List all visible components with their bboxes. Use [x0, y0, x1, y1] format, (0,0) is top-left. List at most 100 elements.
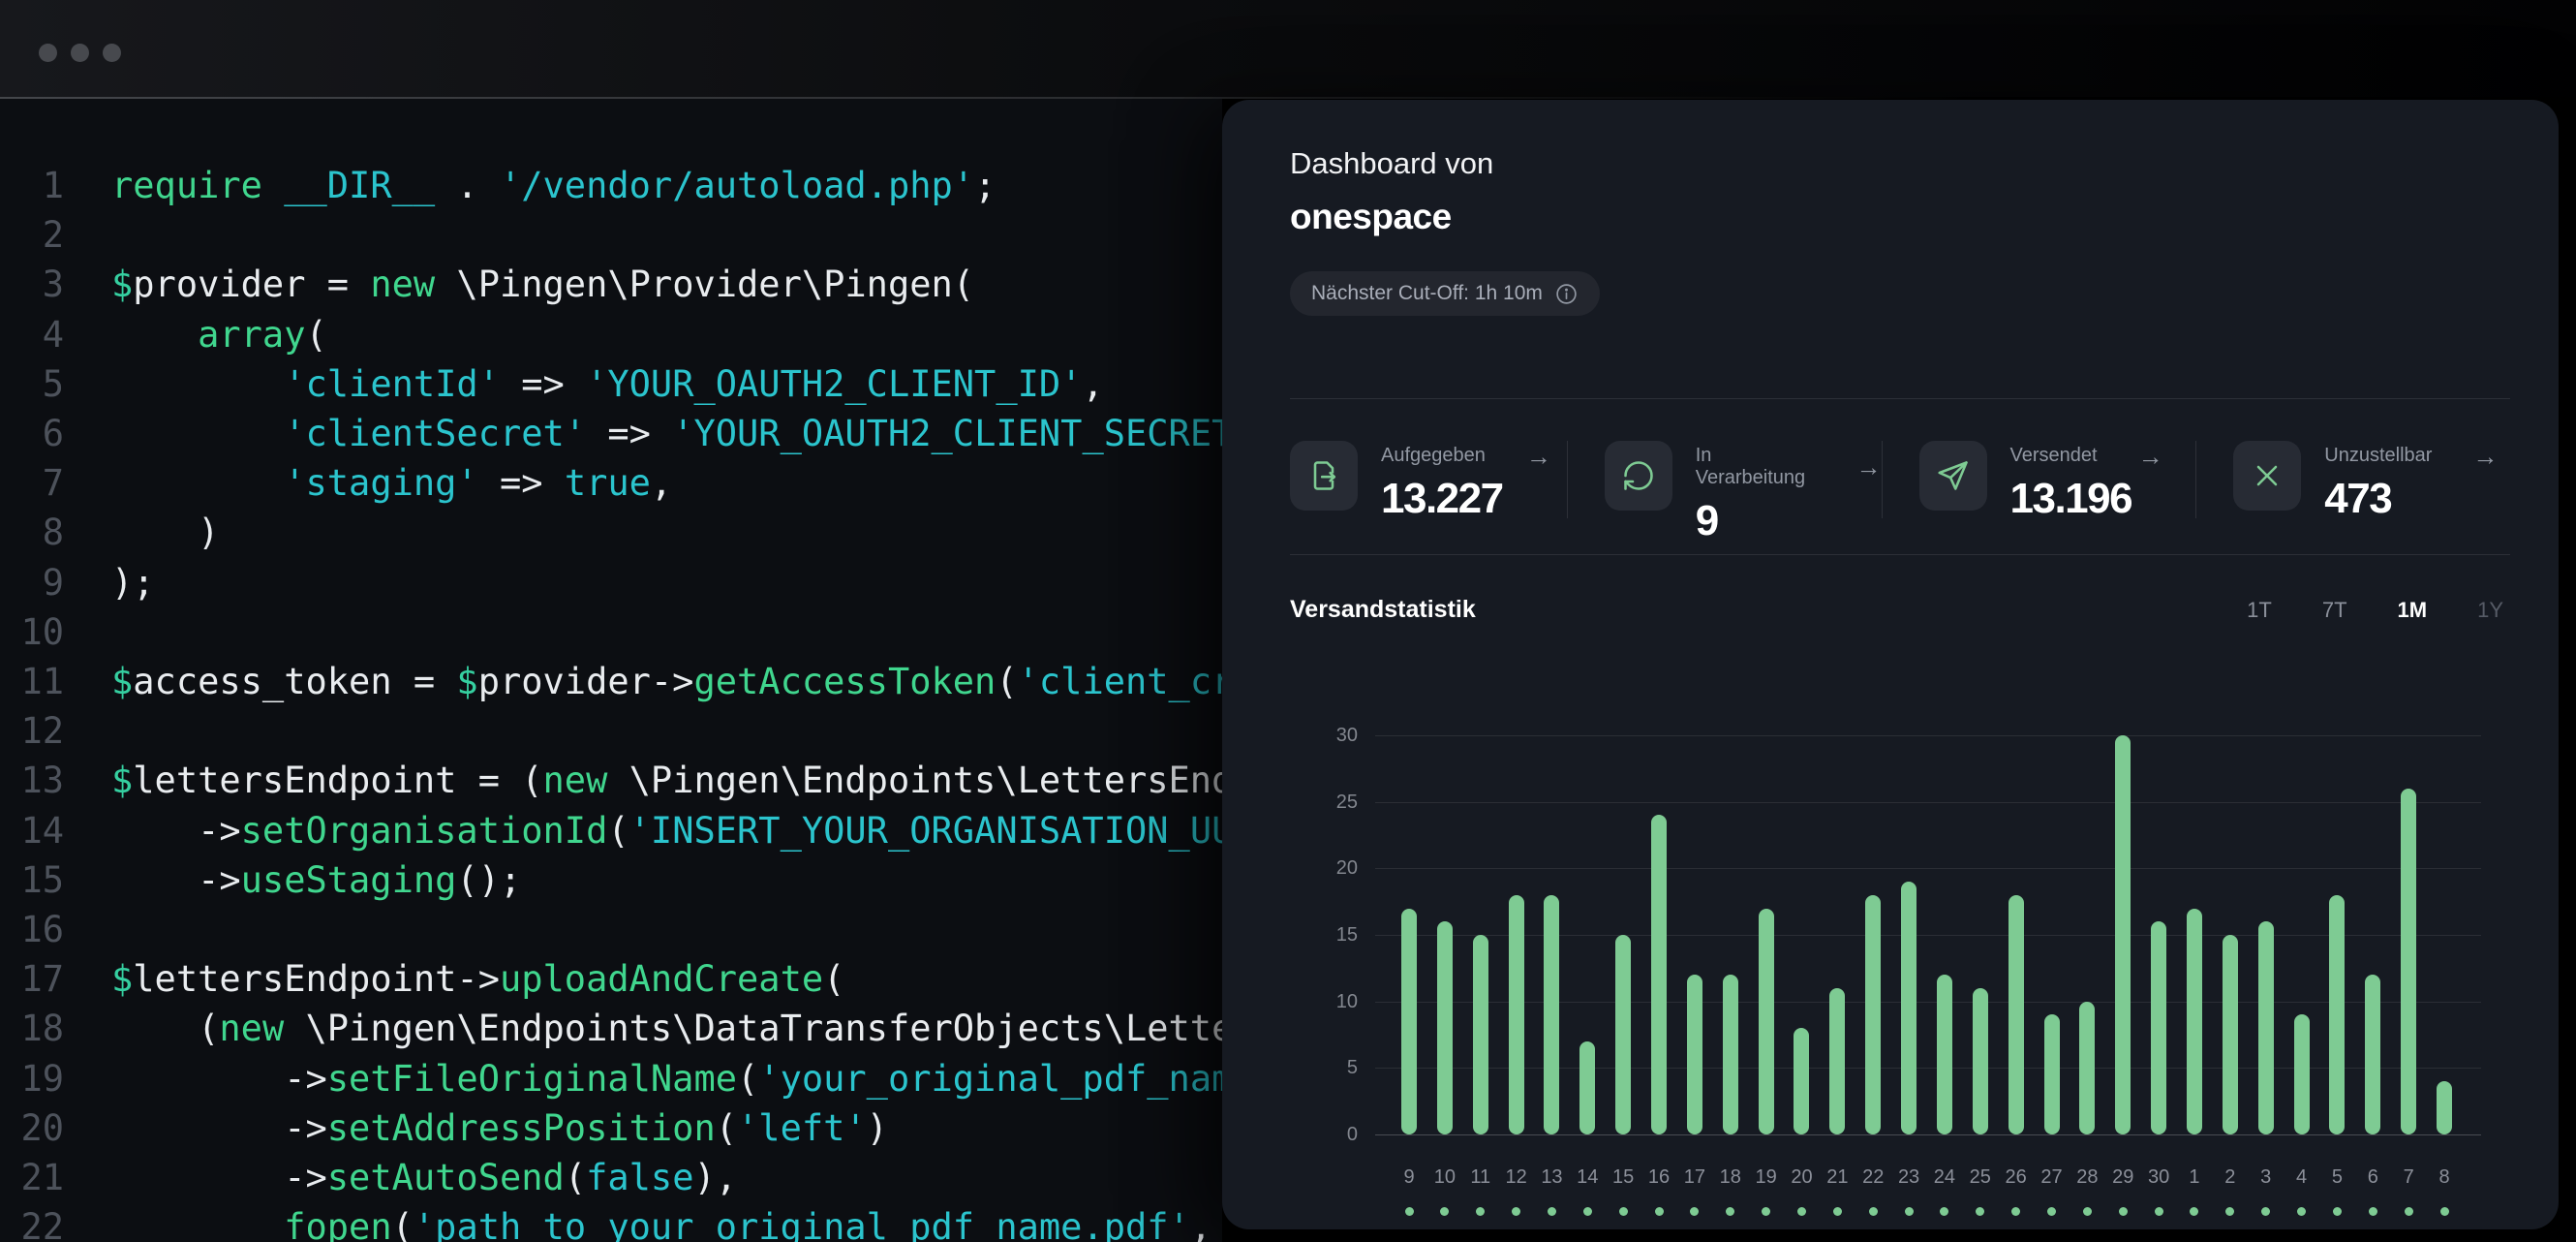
chart-section-title: Versandstatistik	[1290, 596, 1476, 623]
day-dot-icon	[1618, 1207, 1628, 1216]
bar	[1615, 935, 1632, 1134]
code-text: $lettersEndpoint->uploadAndCreate(	[111, 958, 845, 1001]
day-dot-icon	[1476, 1207, 1486, 1216]
x-axis-tick: 8	[2438, 1166, 2450, 1188]
dashboard-title-org: onespace	[1290, 197, 1452, 236]
bar	[2437, 1081, 2452, 1134]
bar	[2043, 1014, 2060, 1134]
day-dot-icon	[1832, 1207, 1842, 1216]
bar	[1651, 815, 1668, 1134]
code-line: 10	[19, 607, 1222, 657]
code-text: )	[111, 512, 220, 554]
day-dot-icon	[1868, 1207, 1878, 1216]
code-text: );	[111, 561, 155, 604]
code-line: 22 fopen('path_to_your_original_pdf_name…	[19, 1202, 1222, 1242]
bar	[1686, 975, 1702, 1134]
divider	[1290, 554, 2510, 555]
code-text: array(	[198, 313, 327, 356]
chart-section-header: Versandstatistik 1T 7T 1M 1Y	[1290, 596, 2503, 624]
code-line: 14 ->setOrganisationId('INSERT_YOUR_ORGA…	[19, 806, 1222, 855]
code-line: 1 require __DIR__ . '/vendor/autoload.php…	[19, 161, 1222, 210]
code-editor[interactable]: 1 require __DIR__ . '/vendor/autoload.php…	[0, 99, 1222, 1242]
tab-1m[interactable]: 1M	[2398, 598, 2428, 623]
stat-label: Unzustellbar	[2324, 445, 2433, 466]
line-number: 12	[20, 710, 64, 753]
line-number: 22	[20, 1206, 64, 1242]
line-number: 3	[42, 264, 64, 306]
bar	[1579, 1040, 1596, 1134]
day-dot-icon	[2261, 1207, 2271, 1216]
stat-card-versendet[interactable]: Versendet → 13.196	[1881, 441, 2196, 522]
day-dot-icon	[2047, 1207, 2057, 1216]
arrow-right-icon[interactable]: →	[2138, 444, 2163, 469]
y-axis-tick: 25	[1335, 791, 1358, 813]
line-number: 1	[42, 165, 64, 206]
stat-icon-tile	[1604, 441, 1672, 511]
code-text: ->setAutoSend(false),	[111, 1157, 738, 1199]
stat-card-in-verarbeitung[interactable]: In Verarbeitung → 9	[1566, 441, 1882, 544]
code-line: 2	[19, 210, 1222, 260]
line-number: 7	[42, 462, 64, 505]
day-dot-icon	[1726, 1207, 1735, 1216]
day-dot-icon	[1762, 1207, 1771, 1216]
gridline	[1375, 1134, 2481, 1135]
bar	[2186, 908, 2202, 1134]
day-dot-icon	[2368, 1207, 2377, 1216]
window-dot-icon[interactable]	[103, 44, 121, 62]
day-dot-icon	[2225, 1207, 2235, 1216]
line-number: 18	[20, 1008, 64, 1050]
stat-card-unzustellbar[interactable]: Unzustellbar → 473	[2195, 441, 2510, 522]
y-axis-tick: 0	[1346, 1124, 1358, 1145]
arrow-right-icon[interactable]: →	[1526, 444, 1551, 469]
cutoff-badge-label: Nächster Cut-Off: 1h 10m	[1311, 282, 1543, 304]
tab-7t[interactable]: 7T	[2322, 598, 2347, 623]
window-controls	[39, 44, 121, 62]
bar	[2293, 1014, 2310, 1134]
day-dot-icon	[1582, 1207, 1592, 1216]
arrow-right-icon[interactable]: →	[2472, 444, 2498, 469]
gridline	[1375, 868, 2481, 870]
bar	[1436, 921, 1453, 1134]
y-axis-tick: 30	[1335, 725, 1358, 746]
window-dot-icon[interactable]	[71, 44, 89, 62]
bar	[1972, 987, 1988, 1134]
code-line: 19 ->setFileOriginalName('your_original_…	[19, 1054, 1222, 1103]
window-dot-icon[interactable]	[39, 44, 57, 62]
bar	[1829, 987, 1846, 1134]
day-dot-icon	[1940, 1207, 1949, 1216]
stat-body: Unzustellbar → 473	[2324, 441, 2498, 523]
code-line: 7 'staging' => true,	[19, 458, 1222, 508]
gridline	[1375, 735, 2481, 736]
dashboard-card: Dashboard von onespace Nächster Cut-Off:…	[1222, 100, 2559, 1229]
code-text: $provider = new \Pingen\Provider\Pingen(	[111, 264, 975, 306]
code-line: 20 ->setAddressPosition('left')	[19, 1103, 1222, 1153]
code-line: 17 $lettersEndpoint->uploadAndCreate(	[19, 954, 1222, 1004]
cutoff-badge[interactable]: Nächster Cut-Off: 1h 10m	[1290, 271, 1600, 316]
code-line: 16	[19, 905, 1222, 954]
line-number: 13	[20, 760, 64, 802]
tab-1t[interactable]: 1T	[2247, 598, 2272, 623]
line-number: 20	[20, 1106, 64, 1149]
code-line: 8 )	[19, 508, 1222, 557]
bar	[1865, 894, 1882, 1134]
stat-value: 9	[1695, 497, 1719, 544]
bar	[1472, 935, 1488, 1134]
rotate-icon	[1623, 461, 1653, 490]
day-dot-icon	[1404, 1207, 1414, 1216]
line-number: 11	[20, 661, 64, 703]
info-icon[interactable]	[1554, 282, 1579, 306]
stat-card-aufgegeben[interactable]: Aufgegeben → 13.227	[1290, 441, 1567, 522]
bar	[2257, 921, 2274, 1134]
arrow-right-icon[interactable]: →	[1856, 454, 1882, 480]
divider	[1290, 398, 2510, 399]
bar	[1901, 882, 1917, 1134]
bar	[1758, 908, 1774, 1134]
code-text: ->setOrganisationId('INSERT_YOUR_ORGANIS…	[111, 809, 1222, 852]
bar	[1722, 975, 1738, 1134]
line-number: 19	[20, 1057, 64, 1100]
day-dot-icon	[2082, 1207, 2092, 1216]
code-text: (new \Pingen\Endpoints\DataTransferObjec…	[111, 1008, 1222, 1050]
tab-1y[interactable]: 1Y	[2477, 598, 2503, 623]
line-number: 2	[42, 214, 64, 257]
code-text: require __DIR__ . '/vendor/autoload.php'…	[111, 165, 997, 206]
